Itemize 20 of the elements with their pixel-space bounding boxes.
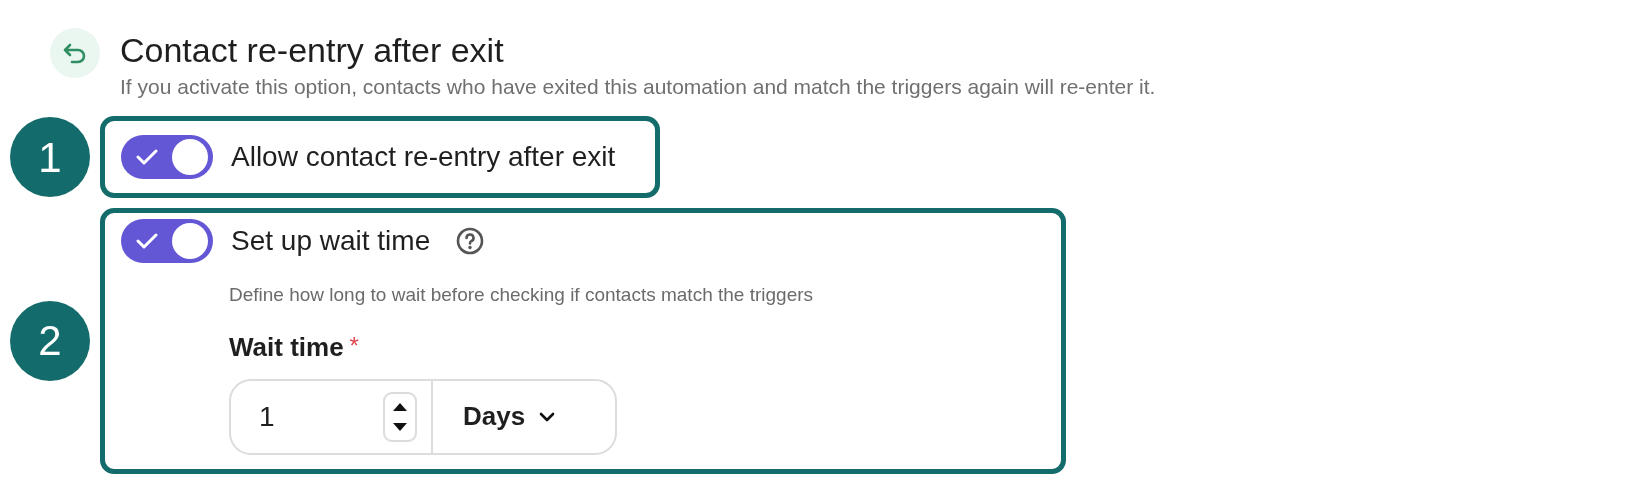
unit-dropdown[interactable]: Days	[433, 397, 556, 436]
toggle-label: Allow contact re-entry after exit	[231, 140, 616, 174]
required-mark: *	[349, 330, 359, 361]
section-description: If you activate this option, contacts who have exited this automation and match the triggers again will re-enter it.	[120, 74, 1156, 100]
field-label: Wait time	[229, 330, 344, 364]
back-icon[interactable]	[50, 28, 100, 78]
duration-field[interactable]: 1 Days	[229, 378, 617, 455]
spinner-icon[interactable]	[383, 391, 417, 442]
section-title: Contact re-entry after exit	[120, 30, 505, 71]
help-icon[interactable]	[456, 227, 485, 255]
toggle-switch[interactable]	[121, 135, 213, 179]
toggle-switch[interactable]	[121, 219, 213, 263]
toggle-label: Set up wait time	[231, 224, 431, 258]
hint-text: Define how long to wait before checking if contacts match the triggers	[229, 283, 815, 307]
number-input[interactable]: 1	[231, 395, 381, 438]
check-icon	[136, 148, 158, 166]
chevron-down-icon	[539, 411, 556, 422]
step-badge: 1	[10, 117, 90, 197]
check-icon	[136, 232, 158, 250]
step-badge: 2	[10, 300, 90, 381]
